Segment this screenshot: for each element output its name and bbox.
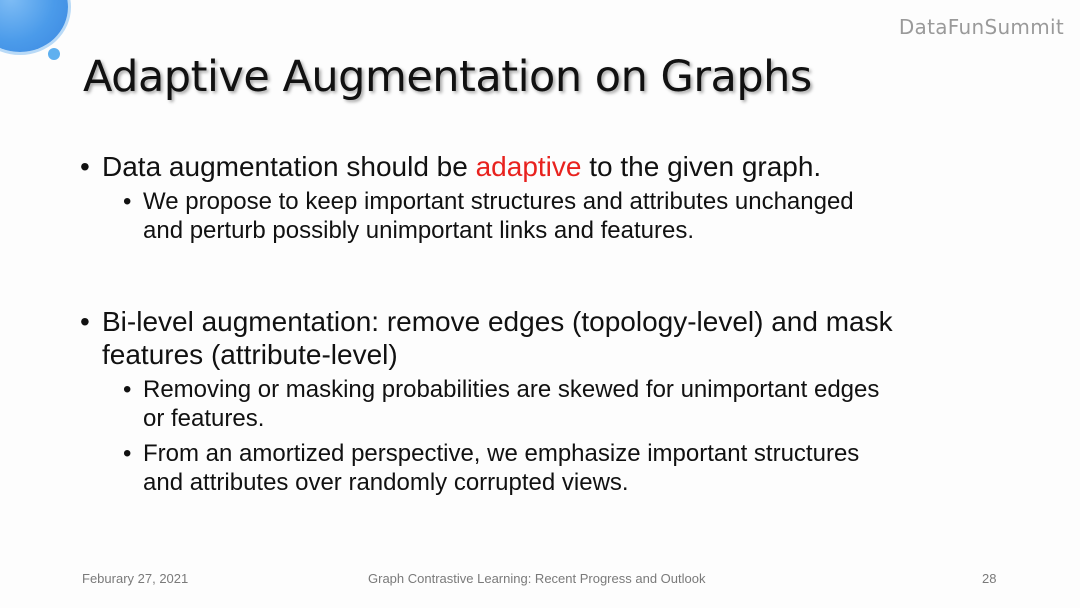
sub-bullet-dot: • <box>123 440 132 467</box>
decorative-dot <box>48 48 60 60</box>
bullet-2-line2: features (attribute-level) <box>102 339 398 370</box>
sub-bullet-dot: • <box>123 376 132 403</box>
footer-talk-title: Graph Contrastive Learning: Recent Progr… <box>368 571 706 586</box>
bullet-dot: • <box>80 306 90 337</box>
sub-bullet-2-1-line2: or features. <box>143 405 265 432</box>
sub-bullet-2-2: • From an amortized perspective, we emph… <box>80 439 1010 497</box>
brand-label: DataFunSummit <box>898 15 1064 39</box>
sub-bullet-1-1: • We propose to keep important structure… <box>80 187 1010 245</box>
sub-bullet-2-2-line2: and attributes over randomly corrupted v… <box>143 469 629 496</box>
sub-bullet-1-1-line2: and perturb possibly unimportant links a… <box>143 217 694 244</box>
sub-bullet-dot: • <box>123 188 132 215</box>
bullet-list: • Data augmentation should be adaptive t… <box>80 150 1010 497</box>
slide: DataFunSummit Adaptive Augmentation on G… <box>0 0 1080 608</box>
sub-bullet-1-1-line1: We propose to keep important structures … <box>143 188 854 215</box>
bullet-1-text-after: to the given graph. <box>581 151 822 182</box>
bullet-dot: • <box>80 151 90 182</box>
bullet-1-highlight: adaptive <box>475 151 582 182</box>
decorative-circle <box>0 0 68 52</box>
bullet-1-text-before: Data augmentation should be <box>102 151 476 182</box>
bullet-2: • Bi-level augmentation: remove edges (t… <box>80 305 1010 371</box>
bullet-1: • Data augmentation should be adaptive t… <box>80 150 1010 183</box>
footer-date: Feburary 27, 2021 <box>82 571 189 586</box>
sub-bullet-2-1-line1: Removing or masking probabilities are sk… <box>143 376 880 403</box>
bullet-2-line1: Bi-level augmentation: remove edges (top… <box>102 306 893 337</box>
slide-title: Adaptive Augmentation on Graphs <box>83 52 812 102</box>
sub-bullet-2-2-line1: From an amortized perspective, we emphas… <box>143 440 860 467</box>
page-number: 28 <box>982 571 997 586</box>
sub-bullet-2-1: • Removing or masking probabilities are … <box>80 375 1010 433</box>
